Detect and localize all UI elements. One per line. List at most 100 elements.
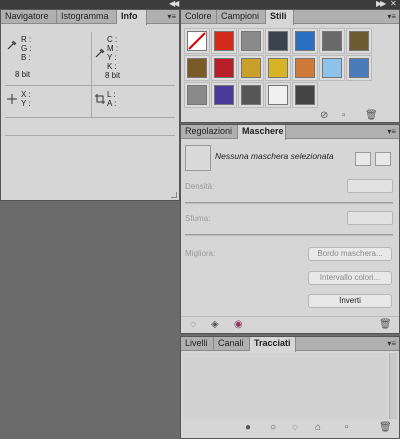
left-dock-header: ◀◀	[0, 0, 180, 9]
style-swatch-preview	[322, 58, 342, 78]
style-swatch-preview	[187, 58, 207, 78]
mask-edge-button[interactable]: Bordo maschera...	[308, 247, 392, 261]
style-swatch[interactable]	[238, 82, 264, 108]
tab-styles[interactable]: Stili	[266, 10, 294, 25]
bit-depth-left: 8 bit	[15, 70, 31, 79]
resize-grip[interactable]	[171, 192, 177, 198]
style-swatch-preview	[268, 31, 288, 51]
style-swatch[interactable]	[292, 55, 318, 81]
stroke-path-icon[interactable]: ○	[270, 423, 276, 433]
info-k-label: K :	[107, 62, 117, 71]
styles-footer: ⊘ ▫ 🗑	[181, 109, 399, 123]
trash-icon[interactable]: 🗑	[379, 423, 392, 433]
style-swatch-preview	[214, 58, 234, 78]
selection-to-path-icon[interactable]: ⌂	[315, 423, 321, 433]
density-slider[interactable]	[185, 202, 393, 204]
apply-mask-icon[interactable]: ◈	[211, 320, 219, 330]
style-swatch-preview	[349, 58, 369, 78]
fill-path-icon[interactable]: ●	[245, 423, 251, 433]
style-swatch[interactable]	[211, 82, 237, 108]
panel-menu-icon[interactable]: ▾≡	[387, 338, 396, 349]
info-b-label: B :	[21, 53, 31, 62]
info-divider	[5, 117, 175, 118]
tab-channels[interactable]: Canali	[214, 337, 250, 351]
path-to-selection-icon[interactable]: ◌	[292, 423, 298, 433]
tab-histogram[interactable]: Istogramma	[57, 10, 117, 24]
style-swatch-preview	[268, 85, 288, 105]
style-swatch[interactable]	[211, 55, 237, 81]
style-swatch[interactable]	[238, 28, 264, 54]
style-swatch[interactable]	[292, 82, 318, 108]
info-divider	[5, 135, 175, 136]
masks-tabbar: Regolazioni Maschere ▾≡	[181, 125, 399, 140]
tab-navigator[interactable]: Navigatore	[1, 10, 57, 24]
style-swatch[interactable]	[211, 28, 237, 54]
style-swatch[interactable]	[292, 28, 318, 54]
style-swatch[interactable]	[319, 28, 345, 54]
info-r-label: R :	[21, 35, 32, 44]
style-swatch[interactable]	[184, 28, 210, 54]
style-swatch[interactable]	[346, 28, 372, 54]
style-swatch-preview	[187, 85, 207, 105]
style-swatch[interactable]	[265, 55, 291, 81]
info-g-label: G :	[21, 44, 32, 53]
style-swatch-preview	[241, 85, 261, 105]
info-y-coord-label: Y :	[21, 99, 31, 108]
style-swatch-preview	[214, 85, 234, 105]
masks-footer-divider	[181, 316, 399, 317]
style-swatch[interactable]	[238, 55, 264, 81]
close-icon[interactable]: ✕	[390, 0, 397, 8]
collapse-icon[interactable]: ▶▶	[376, 0, 386, 8]
add-vector-mask-button[interactable]	[375, 152, 391, 166]
style-swatch-preview	[187, 31, 207, 51]
info-divider	[5, 85, 175, 86]
invert-button[interactable]: Inverti	[308, 294, 392, 308]
paths-tabbar: Livelli Canali Tracciati ▾≡	[181, 337, 399, 352]
info-panel: Navigatore Istogramma Info ▾≡ R : G : B …	[0, 9, 180, 201]
color-range-button[interactable]: Intervallo colori...	[308, 271, 392, 285]
mask-thumbnail[interactable]	[185, 145, 211, 171]
style-swatch-preview	[241, 58, 261, 78]
trash-icon[interactable]: 🗑	[379, 320, 392, 330]
info-c-label: C :	[107, 35, 118, 44]
tab-info[interactable]: Info	[117, 10, 147, 25]
feather-field[interactable]	[347, 211, 393, 225]
new-path-icon[interactable]: ▫	[345, 423, 349, 433]
style-swatch-preview	[268, 58, 288, 78]
clear-style-icon[interactable]: ⊘	[320, 111, 328, 121]
panel-menu-icon[interactable]: ▾≡	[387, 11, 396, 22]
new-style-icon[interactable]: ▫	[342, 111, 346, 121]
masks-panel: Regolazioni Maschere ▾≡ Nessuna maschera…	[180, 124, 400, 334]
style-swatch[interactable]	[184, 55, 210, 81]
selection-size-icon	[95, 94, 105, 104]
panel-menu-icon[interactable]: ▾≡	[387, 126, 396, 137]
paths-scrollbar[interactable]	[389, 353, 397, 419]
tab-color[interactable]: Colore	[181, 10, 217, 24]
style-swatch[interactable]	[265, 28, 291, 54]
tab-swatches[interactable]: Campioni	[217, 10, 266, 24]
tab-adjustments[interactable]: Regolazioni	[181, 125, 238, 139]
eyedropper-icon	[7, 40, 17, 50]
style-swatch[interactable]	[265, 82, 291, 108]
tab-paths[interactable]: Tracciati	[250, 337, 296, 352]
style-swatch-preview	[295, 58, 315, 78]
style-swatch[interactable]	[319, 55, 345, 81]
style-swatch-preview	[349, 31, 369, 51]
style-swatch[interactable]	[346, 55, 372, 81]
load-selection-icon[interactable]: ◌	[190, 320, 196, 330]
mask-status-text: Nessuna maschera selezionata	[215, 151, 334, 161]
toggle-mask-icon[interactable]: ◉	[234, 320, 243, 330]
density-label: Densità:	[185, 182, 215, 191]
collapse-icon[interactable]: ◀◀	[169, 0, 179, 8]
density-field[interactable]	[347, 179, 393, 193]
panel-menu-icon[interactable]: ▾≡	[167, 11, 176, 22]
tab-masks[interactable]: Maschere	[238, 125, 286, 140]
styles-panel: Colore Campioni Stili ▾≡ ⊘ ▫ 🗑	[180, 9, 400, 123]
tab-layers[interactable]: Livelli	[181, 337, 214, 351]
add-pixel-mask-button[interactable]	[355, 152, 371, 166]
trash-icon[interactable]: 🗑	[365, 111, 378, 121]
styles-tabbar: Colore Campioni Stili ▾≡	[181, 10, 399, 25]
feather-slider[interactable]	[185, 234, 393, 236]
info-a-label: A :	[107, 99, 117, 108]
style-swatch[interactable]	[184, 82, 210, 108]
